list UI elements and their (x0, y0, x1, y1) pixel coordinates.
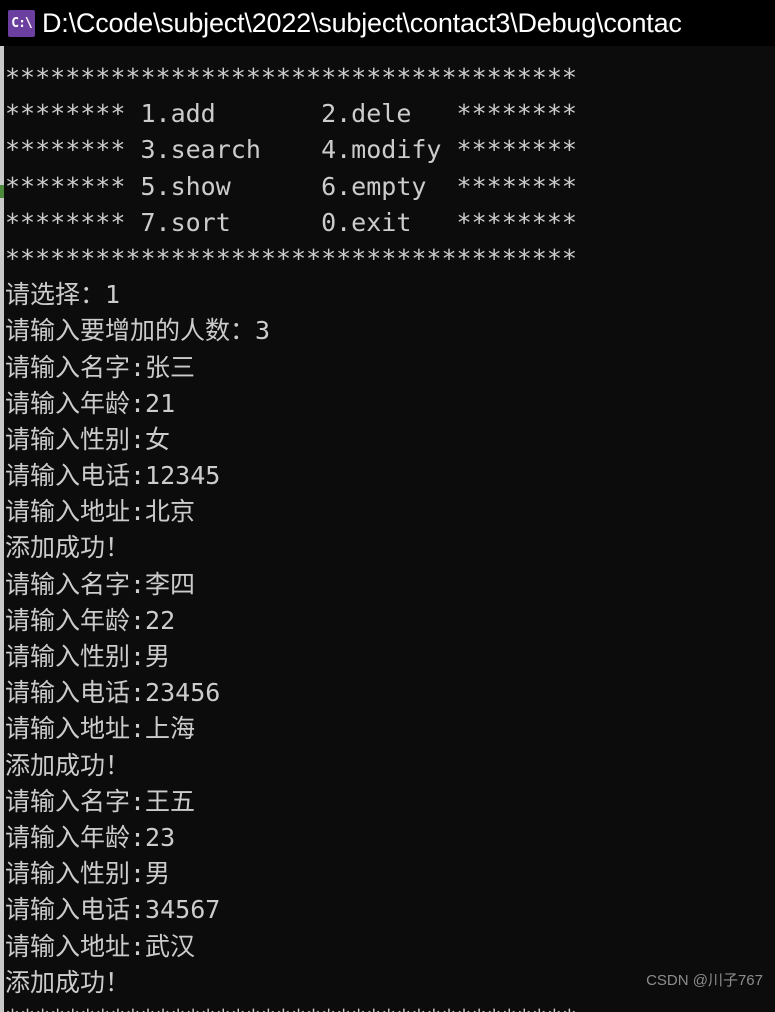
record-3-age-line: 请输入年龄:23 (5, 822, 176, 852)
record-2-result-line: 添加成功！ (5, 750, 131, 780)
console-output-area[interactable]: ************************************** *… (4, 46, 775, 1012)
record-2-tel-line: 请输入电话:23456 (5, 678, 221, 708)
record-3-tel-line: 请输入电话:34567 (5, 895, 221, 925)
menu-border-top: ************************************** (5, 63, 577, 92)
count-prompt-line: 请输入要增加的人数：3 (5, 316, 271, 346)
record-2-name-line: 请输入名字:李四 (5, 569, 196, 599)
record-1-addr-line: 请输入地址:北京 (5, 497, 196, 527)
record-2-addr-line: 请输入地址:上海 (5, 714, 196, 744)
window-left-edge[interactable] (0, 46, 4, 1012)
window-title-path: D:\Ccode\subject\2022\subject\contact3\D… (42, 7, 682, 38)
record-3-sex-line: 请输入性别:男 (5, 859, 171, 889)
console-window: C:\ D:\Ccode\subject\2022\subject\contac… (0, 0, 775, 1012)
menu-border-partial-bottom: ************************************** (4, 1001, 775, 1012)
record-3-name-line: 请输入名字:王五 (5, 786, 196, 816)
record-1-name-line: 请输入名字:张三 (5, 352, 196, 382)
title-bar: C:\ D:\Ccode\subject\2022\subject\contac… (0, 0, 775, 46)
record-3-addr-line: 请输入地址:武汉 (5, 931, 196, 961)
menu-row-2[interactable]: ******** 3.search 4.modify ******** (4, 132, 775, 168)
menu-border-bottom: ************************************** (5, 243, 577, 273)
record-1-result-line: 添加成功！ (5, 533, 131, 563)
record-1-sex-line: 请输入性别:女 (5, 424, 171, 454)
scroll-position-marker (0, 185, 4, 198)
menu-row-3[interactable]: ******** 5.show 6.empty ******** (4, 169, 775, 205)
console-icon-glyph: C:\ (11, 15, 33, 31)
choice-prompt-line: 请选择：1 (5, 280, 121, 310)
record-1-tel-line: 请输入电话:12345 (5, 461, 221, 491)
record-2-age-line: 请输入年龄:22 (5, 605, 176, 635)
csdn-watermark: CSDN @川子767 (646, 972, 763, 989)
record-1-age-line: 请输入年龄:21 (5, 388, 176, 418)
record-2-sex-line: 请输入性别:男 (5, 642, 171, 671)
menu-row-1[interactable]: ******** 1.add 2.dele ******** (4, 96, 775, 132)
console-icon: C:\ (8, 9, 35, 37)
menu-row-4[interactable]: ******** 7.sort 0.exit ******** (4, 205, 775, 241)
